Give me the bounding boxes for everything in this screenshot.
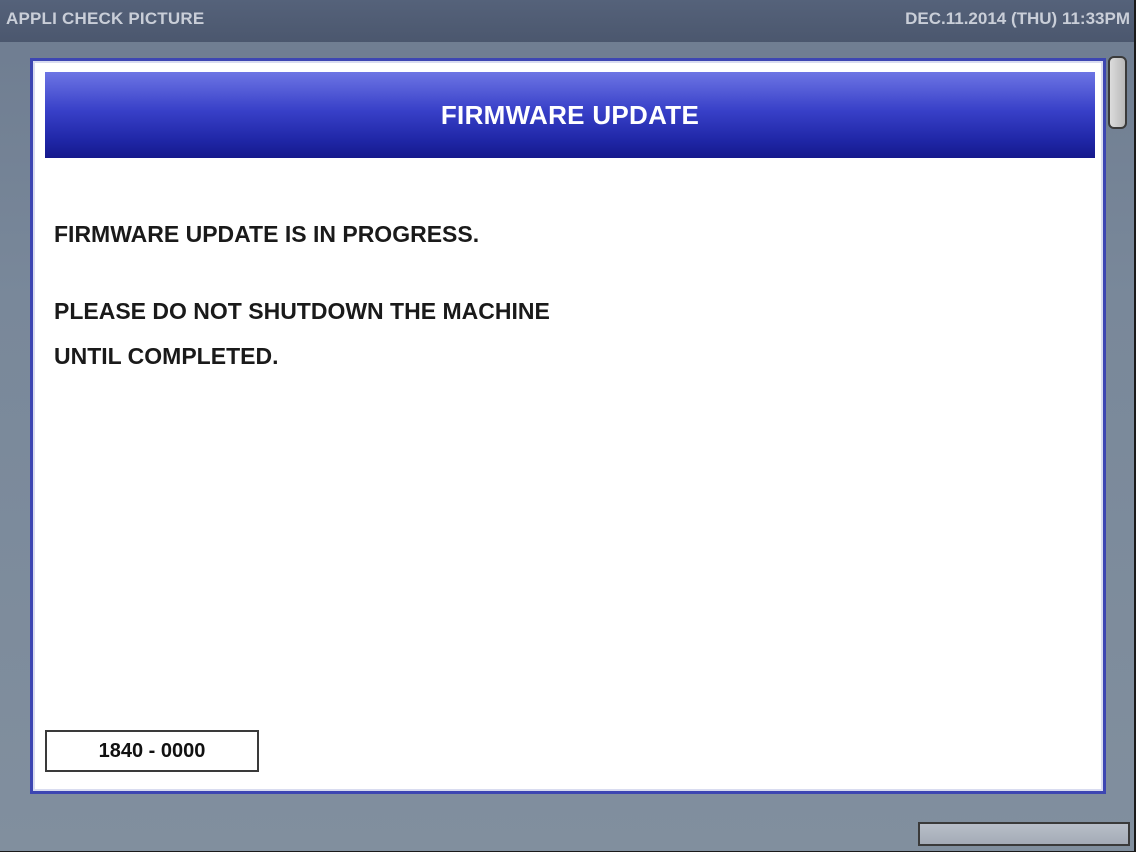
top-bar: APPLI CHECK PICTURE DEC.11.2014 (THU) 11… — [0, 0, 1134, 42]
status-code-box: 1840 - 0000 — [45, 730, 259, 772]
dialog-title: FIRMWARE UPDATE — [440, 100, 700, 130]
app-title: APPLI CHECK PICTURE — [6, 9, 205, 28]
warning-message-line2: UNTIL COMPLETED. — [54, 343, 279, 369]
scrollbar-thumb[interactable] — [1108, 56, 1127, 129]
dialog-header: FIRMWARE UPDATE — [45, 72, 1095, 158]
device-screen: APPLI CHECK PICTURE DEC.11.2014 (THU) 11… — [0, 0, 1136, 852]
warning-message-line1: PLEASE DO NOT SHUTDOWN THE MACHINE — [54, 298, 550, 324]
firmware-update-dialog: FIRMWARE UPDATE FIRMWARE UPDATE IS IN PR… — [30, 58, 1106, 794]
bottom-status-bar — [918, 822, 1130, 846]
progress-message: FIRMWARE UPDATE IS IN PROGRESS. — [54, 221, 480, 247]
datetime-display: DEC.11.2014 (THU) 11:33PM — [905, 9, 1130, 28]
